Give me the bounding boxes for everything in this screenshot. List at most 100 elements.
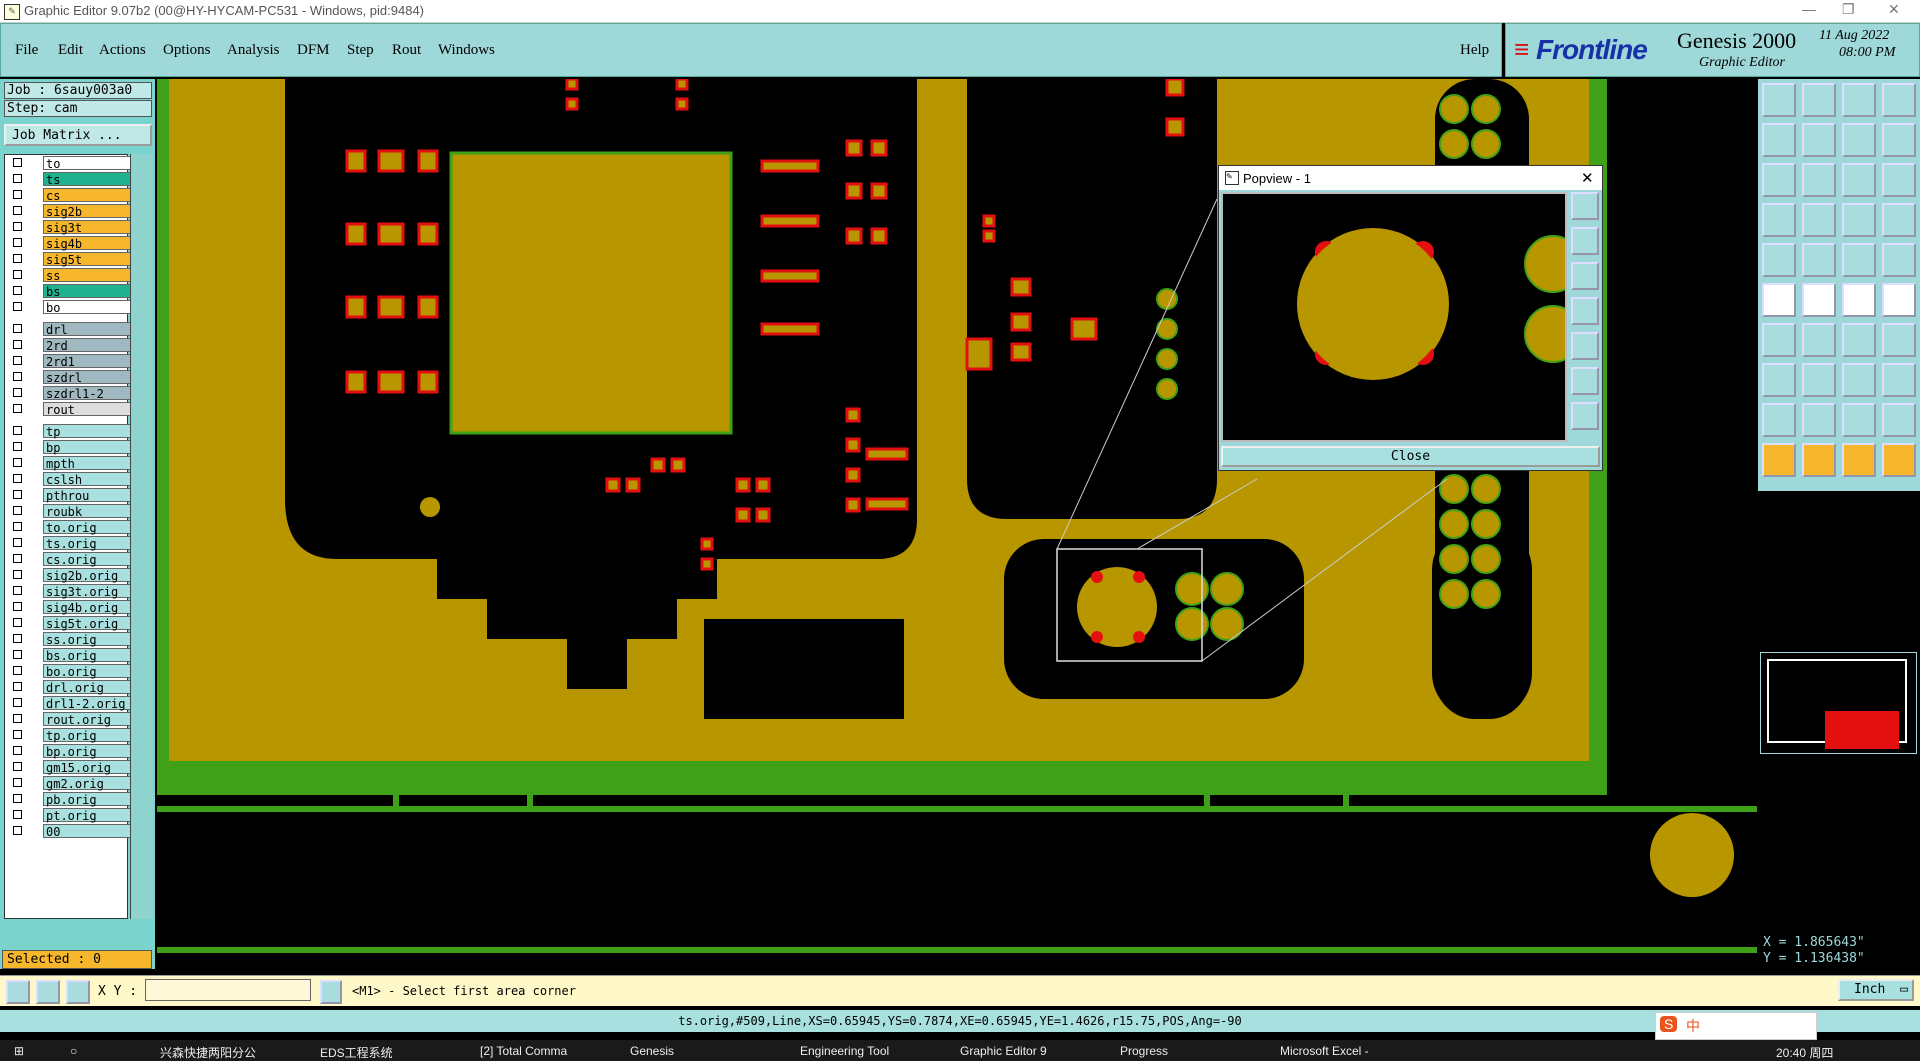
layer-checkbox[interactable] [13, 174, 22, 183]
menu-analysis[interactable]: Analysis [227, 42, 280, 59]
open-job-icon[interactable] [1762, 83, 1796, 117]
layer-compare-icon[interactable] [1882, 203, 1916, 237]
layer-name[interactable]: cslsh [43, 472, 133, 487]
taskbar-app[interactable]: Microsoft Excel - [1280, 1044, 1369, 1058]
layer-row[interactable]: mpth [11, 456, 133, 471]
drag-icon[interactable] [1882, 443, 1916, 477]
layer-name[interactable]: sig3t [43, 220, 133, 235]
layer-row[interactable]: cslsh [11, 472, 133, 487]
layer-name[interactable]: sig5t.orig [43, 616, 133, 631]
pad-add-icon[interactable] [1762, 243, 1796, 277]
popview-center-icon[interactable] [1571, 367, 1599, 395]
layer-row[interactable]: szdrl [11, 370, 133, 385]
layer-checkbox[interactable] [13, 286, 22, 295]
copy-icon[interactable] [1842, 363, 1876, 397]
polygon-icon[interactable] [1842, 403, 1876, 437]
cut-icon[interactable] [1882, 363, 1916, 397]
layer-row[interactable]: ss [11, 268, 133, 283]
step-icon[interactable] [1842, 123, 1876, 157]
menu-help[interactable]: Help [1460, 42, 1489, 59]
taskbar-app[interactable]: Progress [1120, 1044, 1168, 1058]
layer-row[interactable]: 2rd1 [11, 354, 133, 369]
select-icon[interactable] [1802, 443, 1836, 477]
layer-row[interactable]: roubk [11, 504, 133, 519]
layer-row[interactable]: rout.orig [11, 712, 133, 727]
close-window-icon[interactable]: ✕ [1888, 1, 1900, 18]
link-icon[interactable] [1882, 283, 1916, 317]
layer-name[interactable]: roubk [43, 504, 133, 519]
layer-name[interactable]: sig4b.orig [43, 600, 133, 615]
layer-row[interactable]: gm2.orig [11, 776, 133, 791]
layer-name[interactable]: bo.orig [43, 664, 133, 679]
layer-name[interactable]: mpth [43, 456, 133, 471]
layer-name[interactable]: drl.orig [43, 680, 133, 695]
layer-checkbox[interactable] [13, 254, 22, 263]
popview-pan-left-icon[interactable] [1571, 297, 1599, 325]
menu-file[interactable]: File [15, 42, 38, 59]
layer-checkbox[interactable] [13, 238, 22, 247]
layer-checkbox[interactable] [13, 826, 22, 835]
surface-icon[interactable] [1802, 243, 1836, 277]
snap-icon[interactable] [6, 980, 30, 1004]
taskbar-app[interactable]: 兴森快捷两阳分公 [160, 1044, 256, 1061]
zoom-fit-icon[interactable] [1762, 163, 1796, 197]
zoom-home-icon[interactable] [1802, 163, 1836, 197]
minimize-icon[interactable]: — [1802, 1, 1816, 17]
popview-expand-icon[interactable] [1571, 402, 1599, 430]
layer-name[interactable]: gm2.orig [43, 776, 133, 791]
undo-icon[interactable] [1762, 123, 1796, 157]
layer-row[interactable]: rout [11, 402, 133, 417]
layer-checkbox[interactable] [13, 810, 22, 819]
layer-checkbox[interactable] [13, 404, 22, 413]
layer-name[interactable]: pb.orig [43, 792, 133, 807]
layer-name[interactable]: ss [43, 268, 133, 283]
layer-name[interactable]: ss.orig [43, 632, 133, 647]
layer-row[interactable]: cs [11, 188, 133, 203]
rotate-icon[interactable] [1762, 203, 1796, 237]
layer-row[interactable]: drl1-2.orig [11, 696, 133, 711]
layer-name[interactable]: bs.orig [43, 648, 133, 663]
layer-name[interactable]: pt.orig [43, 808, 133, 823]
layer-name[interactable]: rout.orig [43, 712, 133, 727]
job-matrix-button[interactable]: Job Matrix ... [4, 124, 152, 146]
layer-checkbox[interactable] [13, 746, 22, 755]
layer-name[interactable]: cs.orig [43, 552, 133, 567]
overview-map[interactable] [1760, 652, 1917, 754]
layer-row[interactable]: 00 [11, 824, 133, 839]
xy-input[interactable] [145, 979, 311, 1001]
layer-checkbox[interactable] [13, 206, 22, 215]
measure-ruler-icon[interactable] [1842, 243, 1876, 277]
unit-selector[interactable]: Inch ▭ [1838, 979, 1914, 1001]
layer-name[interactable]: 00 [43, 824, 133, 839]
node-icon[interactable] [1762, 283, 1796, 317]
layer-row[interactable]: sig4b [11, 236, 133, 251]
popview-zoom-fit-icon[interactable] [1571, 192, 1599, 220]
layer-checkbox[interactable] [13, 388, 22, 397]
taskbar-app[interactable]: [2] Total Comma [480, 1044, 567, 1058]
layer-checkbox[interactable] [13, 340, 22, 349]
menu-dfm[interactable]: DFM [297, 42, 330, 59]
layer-row[interactable]: to.orig [11, 520, 133, 535]
layer-row[interactable]: sig2b [11, 204, 133, 219]
layer-checkbox[interactable] [13, 356, 22, 365]
taskbar-app[interactable]: EDS工程系统 [320, 1044, 393, 1061]
layer-row[interactable]: cs.orig [11, 552, 133, 567]
layer-name[interactable]: to.orig [43, 520, 133, 535]
layer-row[interactable]: drl.orig [11, 680, 133, 695]
taskbar-app[interactable]: Genesis [630, 1044, 674, 1058]
layer-checkbox[interactable] [13, 730, 22, 739]
layer-checkbox[interactable] [13, 714, 22, 723]
popview-zoom-in-icon[interactable] [1571, 227, 1599, 255]
layer-checkbox[interactable] [13, 762, 22, 771]
layer-name[interactable]: sig3t.orig [43, 584, 133, 599]
grid-toggle-icon[interactable] [1802, 203, 1836, 237]
layer-checkbox[interactable] [13, 474, 22, 483]
query-icon[interactable] [1882, 163, 1916, 197]
layer-checkbox[interactable] [13, 554, 22, 563]
layer-checkbox[interactable] [13, 270, 22, 279]
area-icon[interactable] [1882, 403, 1916, 437]
layer-checkbox[interactable] [13, 506, 22, 515]
layer-row[interactable]: ts.orig [11, 536, 133, 551]
layer-name[interactable]: to [43, 156, 133, 171]
layer-name[interactable]: 2rd [43, 338, 133, 353]
